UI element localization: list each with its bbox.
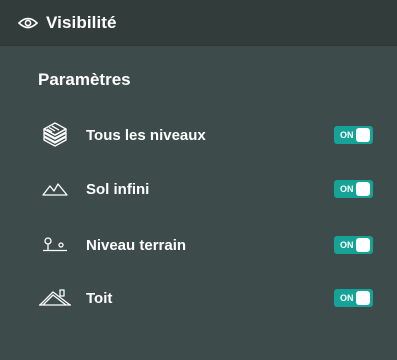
toggle-all-levels[interactable]: ON [334,126,373,144]
setting-label: Tous les niveaux [86,126,206,144]
toggle-state-text: ON [340,240,354,250]
section-title: Paramètres [38,70,131,89]
setting-row-all-levels: Tous les niveaux ON [0,120,397,150]
toggle-infinite-ground[interactable]: ON [334,180,373,198]
toggle-knob [356,291,370,305]
panel-title: Visibilité [46,12,117,32]
mountains-icon [38,174,72,204]
toggle-state-text: ON [340,293,354,303]
toggle-state-text: ON [340,130,354,140]
toggle-knob [356,182,370,196]
setting-label: Sol infini [86,180,150,198]
toggle-state-text: ON [340,184,354,194]
terrain-pins-icon [38,230,72,260]
setting-label: Niveau terrain [86,236,187,254]
toggle-terrain-level[interactable]: ON [334,236,373,254]
toggle-knob [356,238,370,252]
setting-label: Toit [86,289,113,307]
layers-stack-icon [38,120,72,150]
toggle-knob [356,128,370,142]
toggle-roof[interactable]: ON [334,289,373,307]
roof-icon [38,283,72,313]
setting-row-terrain-level: Niveau terrain ON [0,230,397,260]
setting-row-infinite-ground: Sol infini ON [0,174,397,204]
panel-header[interactable]: Visibilité [0,0,397,46]
setting-row-roof: Toit ON [0,283,397,313]
visibility-panel: Visibilité Paramètres Tous les niveaux O… [0,0,397,360]
eye-icon [18,16,38,30]
